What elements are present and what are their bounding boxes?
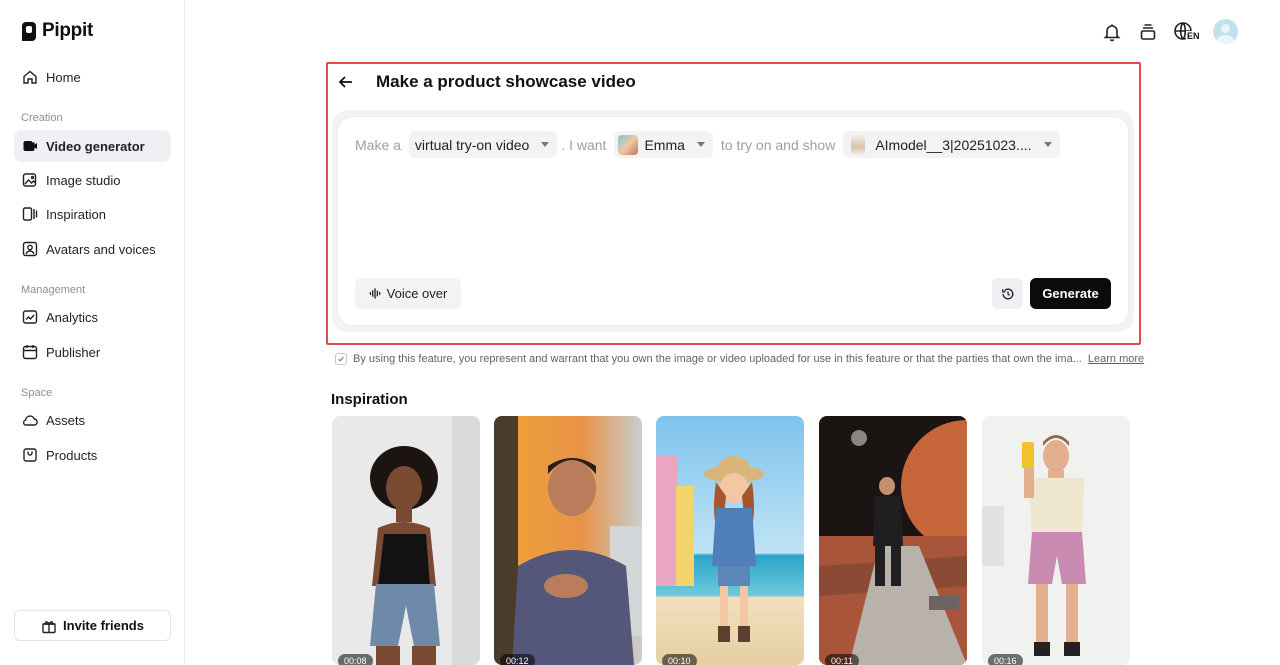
chevron-down-icon [1043, 142, 1052, 147]
invite-friends-label: Invite friends [63, 618, 144, 633]
notification-bell-icon[interactable] [1101, 21, 1123, 43]
duration-badge: 00:08 [338, 654, 373, 665]
section-label-creation: Creation [21, 112, 63, 124]
chevron-down-icon [541, 142, 550, 147]
pippit-logo[interactable]: Pippit [22, 20, 93, 42]
video-type-value: virtual try-on video [414, 136, 530, 153]
prompt-sentence: Make a virtual try-on video . I want Emm… [355, 131, 1060, 158]
avatar-value: Emma [644, 136, 685, 153]
sidebar-item-products[interactable]: Products [14, 439, 171, 471]
voice-over-button[interactable]: Voice over [355, 278, 461, 309]
back-arrow-icon[interactable] [337, 73, 355, 91]
sidebar-item-label: Home [46, 69, 81, 85]
inspiration-image [819, 416, 967, 665]
product-value: AImodel__3|20251023.... [875, 136, 1032, 153]
product-box-icon [22, 447, 38, 463]
sidebar-item-home[interactable]: Home [14, 61, 171, 93]
video-generator-icon [22, 138, 38, 154]
history-clock-icon [1001, 287, 1015, 301]
inspiration-card[interactable]: 00:12 [494, 416, 642, 665]
inspiration-card[interactable]: 00:16 [982, 416, 1130, 665]
sidebar-item-publisher[interactable]: Publisher [14, 336, 171, 368]
avatar-voice-icon [22, 241, 38, 257]
section-label-management: Management [21, 284, 86, 296]
analytics-icon [22, 309, 38, 325]
pippit-logo-icon [22, 21, 36, 41]
generate-button[interactable]: Generate [1030, 278, 1111, 309]
topbar-actions [1101, 19, 1238, 44]
avatar-dropdown[interactable]: Emma [614, 131, 713, 158]
terms-text: By using this feature, you represent and… [353, 353, 1082, 365]
duration-badge: 00:10 [662, 654, 697, 665]
inspiration-card[interactable]: 00:11 [819, 416, 967, 665]
invite-friends-button[interactable]: Invite friends [14, 610, 171, 641]
stack-layers-icon[interactable] [1137, 21, 1159, 43]
terms-row: By using this feature, you represent and… [335, 353, 1144, 365]
video-type-dropdown[interactable]: virtual try-on video [408, 131, 558, 158]
sidebar-item-label: Assets [46, 412, 86, 428]
sidebar-item-label: Publisher [46, 344, 101, 360]
image-studio-icon [22, 172, 38, 188]
terms-checkbox[interactable] [335, 353, 347, 365]
sidebar-item-label: Video generator [46, 138, 145, 154]
duration-badge: 00:12 [500, 654, 535, 665]
sidebar-item-label: Image studio [46, 172, 121, 188]
cloud-icon [22, 412, 38, 428]
calendar-icon [22, 344, 38, 360]
sidebar-item-label: Avatars and voices [46, 241, 156, 257]
history-button[interactable] [992, 278, 1023, 309]
sidebar: Pippit Home Creation Video generator Ima… [0, 0, 185, 665]
language-code: EN [1186, 31, 1201, 41]
sidebar-item-label: Products [46, 447, 98, 463]
duration-badge: 00:11 [825, 654, 859, 665]
user-avatar[interactable] [1213, 19, 1238, 44]
inspiration-card[interactable]: 00:08 [332, 416, 480, 665]
sidebar-item-inspiration[interactable]: Inspiration [14, 198, 171, 230]
inspiration-image [656, 416, 804, 665]
sidebar-item-label: Inspiration [46, 206, 106, 222]
duration-badge: 00:16 [988, 654, 1023, 665]
sidebar-item-avatars-and-voices[interactable]: Avatars and voices [14, 233, 171, 265]
prompt-make-a: Make a [355, 136, 401, 153]
prompt-to-try: to try on and show [720, 136, 836, 153]
sidebar-item-label: Analytics [46, 309, 99, 325]
app-name: Pippit [42, 20, 93, 41]
page-title: Make a product showcase video [376, 72, 636, 91]
gift-icon [41, 618, 57, 634]
learn-more-link[interactable]: Learn more [1088, 353, 1144, 365]
sidebar-item-assets[interactable]: Assets [14, 404, 171, 436]
sidebar-item-video-generator[interactable]: Video generator [14, 130, 171, 162]
product-dropdown[interactable]: AImodel__3|20251023.... [843, 131, 1060, 158]
inspiration-card[interactable]: 00:10 [656, 416, 804, 665]
product-thumbnail [851, 134, 866, 155]
inspiration-image [332, 416, 480, 665]
voice-over-label: Voice over [386, 286, 448, 301]
prompt-i-want: . I want [561, 136, 607, 153]
inspiration-heading: Inspiration [331, 391, 408, 408]
waveform-icon [369, 287, 382, 300]
sidebar-item-image-studio[interactable]: Image studio [14, 164, 171, 196]
inspiration-image [982, 416, 1130, 665]
home-icon [22, 69, 38, 85]
sidebar-item-analytics[interactable]: Analytics [14, 301, 171, 333]
avatar-thumbnail [618, 134, 639, 155]
chevron-down-icon [696, 142, 705, 147]
inspiration-image [494, 416, 642, 665]
inspiration-icon [22, 206, 38, 222]
section-label-space: Space [21, 387, 53, 399]
